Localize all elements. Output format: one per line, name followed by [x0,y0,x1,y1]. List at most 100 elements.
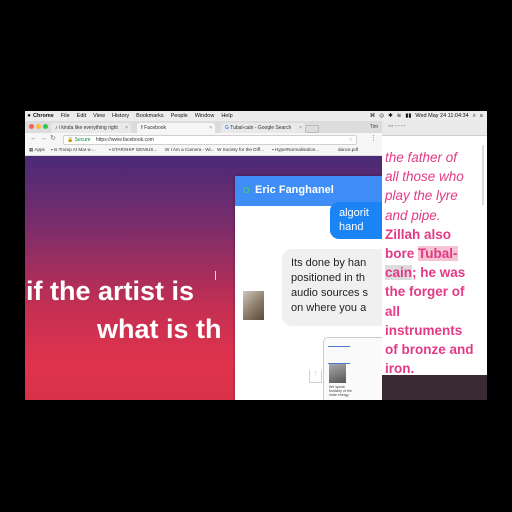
editor-line: and pipe. [385,206,487,225]
chat-window[interactable]: Eric Fanghanel algorit hand Its done by … [235,176,383,400]
editor-line-text: all [385,303,401,319]
minimize-window-icon[interactable] [36,124,41,129]
text-cursor [215,271,216,280]
forward-arrow-icon[interactable]: → [40,133,47,145]
share-icon[interactable]: ↑ [309,369,322,383]
menu-people[interactable]: People [171,113,188,119]
battery-icon[interactable]: ▮▮ [405,113,411,119]
clock[interactable]: Wed May 24 11:04:34 [415,113,468,119]
shared-image-thumbnail[interactable]: We speak foolishly of the male energy [323,337,383,400]
editor-line: the father of [385,148,487,167]
menu-history[interactable]: History [112,113,129,119]
close-tab-icon[interactable]: × [209,123,212,133]
chat-contact-name[interactable]: Eric Fanghanel [255,182,334,198]
menu-window[interactable]: Window [195,113,215,119]
bookmark-4[interactable]: W Society for the Diff... [217,145,264,155]
tab-label: Facebook [144,125,167,131]
highlighted-text: cain [385,265,413,281]
list-icon[interactable]: ≡ [480,113,483,119]
wifi-icon[interactable]: ≋ [397,113,402,119]
editor-line-text: the father of [385,150,458,165]
reload-icon[interactable]: ↻ [50,133,56,145]
message-line: positioned in th [291,272,365,284]
command-icon[interactable]: ⌘ [370,113,376,119]
editor-line: cain; he was [385,263,487,282]
editor-line: Zillah also [385,225,487,244]
bookmark-label: Society for the Diff... [222,147,264,152]
desktop-screen: ● Chrome File Edit View History Bookmark… [25,111,487,400]
editor-line-text: bore [385,246,419,262]
bookmark-label: Is Trump At Mar-a-... [53,147,96,152]
profile-button[interactable]: Tim [370,122,378,132]
bookmarks-bar: ▦ Apps ▪ Is Trump At Mar-a-... ▪ STARSHI… [25,145,382,156]
close-window-icon[interactable] [29,124,34,129]
menu-view[interactable]: View [93,113,105,119]
menu-help[interactable]: Help [221,113,232,119]
message-line: Its done by han [291,257,367,269]
menu-file[interactable]: File [61,113,70,119]
highlighted-text: Tubal- [418,246,458,262]
thumbnail-photo [329,364,346,383]
bookmark-6[interactable]: dance.pdf [338,145,358,155]
editor-line-text: the forger of [385,284,465,300]
editor-toolbar-icons: ◂ ▸ ▪ ▪ ▪ ▪ [388,123,406,128]
close-tab-icon[interactable]: × [125,123,128,133]
post-text-line-1: if the artist is [26,276,195,306]
editor-line: bore Tubal- [385,244,487,263]
contact-avatar[interactable] [243,291,264,320]
bookmark-label: STARSHIP GENIUS... [111,147,158,152]
lock-icon: 🔒 [67,137,74,143]
zoom-window-icon[interactable] [43,124,48,129]
editor-line-text: all those who [385,169,464,185]
editor-line: of bronze and [385,340,487,359]
chrome-menu-icon[interactable]: ⋮ [370,133,377,145]
secure-label: Secure [74,137,91,143]
status-area: ⌘ ◎ ✱ ≋ ▮▮ Wed May 24 11:04:34 ⌕ ≡ [370,111,483,121]
tab-music[interactable]: ♪ i kinda like everything right × [51,123,131,133]
thumbnail-caption: We speak foolishly of the male energy [329,385,352,397]
menu-edit[interactable]: Edit [77,113,86,119]
message-line: hand [339,221,364,233]
tab-google-search[interactable]: G Tubal-cain - Google Search × [221,123,305,133]
mac-menu-bar: ● Chrome File Edit View History Bookmark… [25,111,487,121]
search-icon[interactable]: ⌕ [473,113,476,120]
close-tab-icon[interactable]: × [299,123,302,133]
back-arrow-icon[interactable]: ← [30,133,37,145]
editor-text[interactable]: the father of all those who play the lyre a… [385,148,487,378]
editor-line-text: iron. [385,361,415,377]
bluetooth-icon[interactable]: ✱ [388,113,393,119]
editor-line-text: of bronze and [385,342,474,358]
thumbnail-header-lines [328,346,350,364]
message-line: on where you a [291,302,367,314]
tab-label: i kinda like everything right [58,125,118,131]
editor-titlebar[interactable]: ◂ ▸ ▪ ▪ ▪ ▪ [382,121,487,136]
editor-line-text: and pipe. [385,207,441,223]
chrome-window: ♪ i kinda like everything right × f Faceb… [25,121,383,400]
address-bar[interactable]: 🔒 Secure https://www.facebook.com ☆ [63,135,357,145]
apple-menu-icon[interactable]: ● [25,113,33,119]
url-text: https://www.facebook.com [95,137,154,143]
post-text-line-2: what is th [97,314,222,344]
new-tab-button[interactable] [305,125,319,133]
editor-line-text: Zillah also [385,226,452,242]
editor-line: play the lyre [385,186,487,205]
desktop-background [382,375,487,400]
bookmark-3[interactable]: W I Am a Camera - Wi... [165,145,215,155]
menu-chrome[interactable]: Chrome [33,113,54,119]
bookmark-star-icon[interactable]: ☆ [349,136,353,144]
tab-label: Tubal-cain - Google Search [230,125,292,131]
online-status-icon [243,187,249,193]
bookmark-1[interactable]: ▪ Is Trump At Mar-a-... [51,145,96,155]
bookmark-2[interactable]: ▪ STARSHIP GENIUS... [109,145,157,155]
editor-line-text: ; he was [412,265,466,281]
message-line: audio sources s [291,287,369,299]
target-icon[interactable]: ◎ [379,113,384,119]
bookmark-label: Apps [34,147,45,152]
menu-bookmarks[interactable]: Bookmarks [136,113,164,119]
tab-facebook[interactable]: f Facebook × [137,123,215,133]
bookmark-label: dance.pdf [338,147,359,152]
bookmark-label: HyperNormalisation... [274,147,320,152]
editor-line: all those who [385,167,487,186]
bookmark-apps[interactable]: ▦ Apps [29,145,45,155]
bookmark-5[interactable]: ▪ HyperNormalisation... [272,145,319,155]
